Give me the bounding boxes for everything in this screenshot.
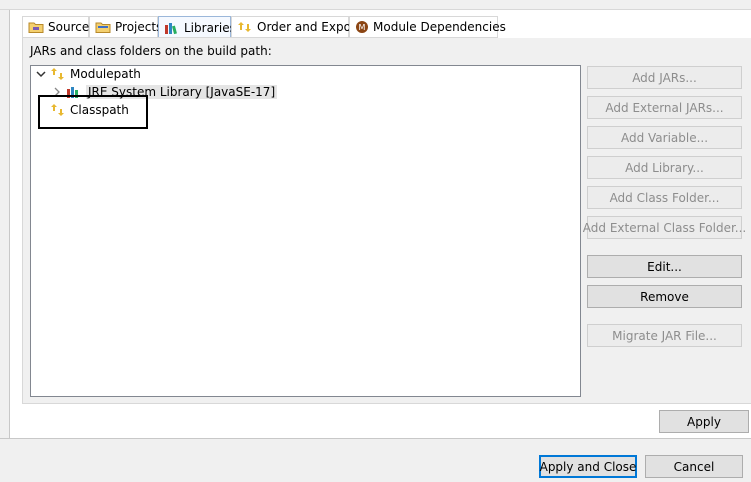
modulepath-label: Modulepath	[70, 67, 141, 81]
tab-projects[interactable]: Projects	[89, 16, 162, 37]
top-strip	[0, 0, 751, 10]
migrate-jar-button[interactable]: Migrate JAR File...	[587, 324, 742, 347]
add-class-folder-button[interactable]: Add Class Folder...	[587, 186, 742, 209]
apply-and-close-button[interactable]: Apply and Close	[539, 455, 637, 478]
tab-libraries-label: Libraries	[184, 20, 236, 35]
tab-source[interactable]: Source	[22, 16, 89, 37]
classpath-label: Classpath	[70, 103, 129, 117]
cancel-button[interactable]: Cancel	[645, 455, 743, 478]
classpath-icon	[50, 102, 66, 118]
chevron-right-icon[interactable]	[52, 87, 62, 97]
tree-node-classpath[interactable]: Classpath	[50, 101, 129, 119]
tab-order-export[interactable]: Order and Export	[231, 16, 361, 37]
jre-library-label: JRE System Library [JavaSE-17]	[86, 85, 278, 99]
add-jars-button[interactable]: Add JARs...	[587, 66, 742, 89]
modulepath-icon	[50, 66, 66, 82]
order-export-icon	[237, 20, 253, 34]
add-external-jars-button[interactable]: Add External JARs...	[587, 96, 742, 119]
svg-text:M: M	[359, 23, 366, 32]
tab-libraries[interactable]: Libraries	[158, 16, 236, 38]
jre-library-icon	[66, 85, 82, 99]
add-library-button[interactable]: Add Library...	[587, 156, 742, 179]
source-folder-icon	[28, 20, 44, 34]
tab-order-export-label: Order and Export	[257, 20, 361, 34]
tab-module-dependencies[interactable]: M Module Dependencies	[349, 16, 506, 37]
libraries-icon	[164, 21, 180, 35]
add-external-class-folder-button[interactable]: Add External Class Folder...	[583, 216, 746, 239]
footer-separator	[0, 438, 751, 439]
tree-node-modulepath[interactable]: Modulepath	[36, 65, 141, 83]
tree-node-jre-system-library[interactable]: JRE System Library [JavaSE-17]	[52, 83, 278, 101]
apply-button[interactable]: Apply	[659, 410, 749, 433]
tab-source-label: Source	[48, 20, 90, 34]
module-dependencies-icon: M	[355, 20, 369, 34]
add-variable-button[interactable]: Add Variable...	[587, 126, 742, 149]
build-path-caption: JARs and class folders on the build path…	[30, 44, 272, 58]
projects-folder-icon	[95, 20, 111, 34]
remove-button[interactable]: Remove	[587, 285, 742, 308]
tab-projects-label: Projects	[115, 20, 163, 34]
tab-module-dependencies-label: Module Dependencies	[373, 20, 506, 34]
edit-button[interactable]: Edit...	[587, 255, 742, 278]
chevron-down-icon[interactable]	[36, 69, 46, 79]
